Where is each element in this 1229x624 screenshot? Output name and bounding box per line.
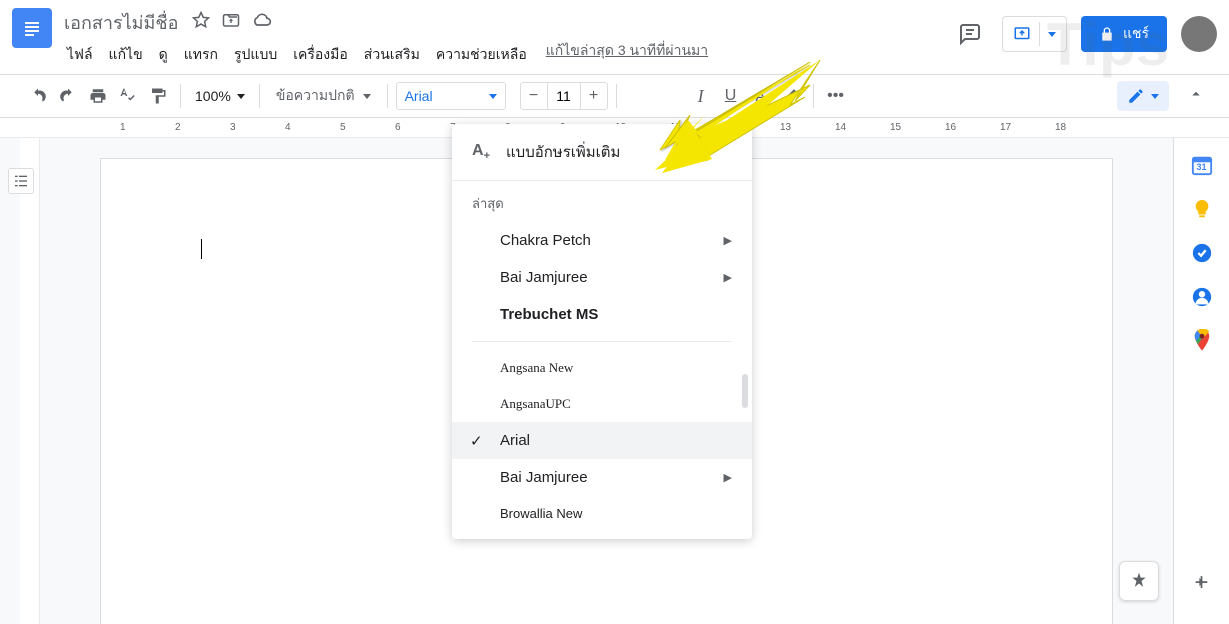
- font-item-recent[interactable]: Chakra Petch ▶: [452, 222, 752, 259]
- text-cursor: [201, 239, 202, 259]
- editing-mode-button[interactable]: [1117, 81, 1169, 111]
- font-name: Arial: [500, 432, 530, 449]
- scrollbar-thumb[interactable]: [742, 374, 748, 408]
- font-item-recent[interactable]: Trebuchet MS: [452, 296, 752, 333]
- undo-button[interactable]: [24, 82, 52, 110]
- format-paint-button[interactable]: [144, 82, 172, 110]
- submenu-arrow-icon: ▶: [724, 471, 732, 484]
- comment-history-icon[interactable]: [952, 16, 988, 52]
- font-size-group: − +: [520, 82, 608, 110]
- menu-bar: ไฟล์ แก้ไข ดู แทรก รูปแบบ เครื่องมือ ส่ว…: [60, 40, 952, 74]
- contacts-app-icon[interactable]: [1191, 286, 1213, 308]
- ruler-tick: 3: [230, 122, 236, 133]
- spellcheck-button[interactable]: [114, 82, 142, 110]
- font-list-separator: [472, 341, 732, 342]
- more-fonts-button[interactable]: A+ แบบอักษรเพิ่มเติม: [452, 124, 752, 181]
- toolbar: 100% ข้อความปกติ Arial − + I U A •••: [0, 74, 1229, 118]
- font-picker[interactable]: Arial: [396, 82, 506, 110]
- font-name: AngsanaUPC: [500, 396, 571, 412]
- ruler-tick: 6: [395, 122, 401, 133]
- menu-file[interactable]: ไฟล์: [60, 40, 100, 70]
- submenu-arrow-icon: ▶: [724, 234, 732, 247]
- cloud-status-icon[interactable]: [252, 11, 272, 34]
- font-name: Bai Jamjuree: [500, 269, 588, 286]
- maps-app-icon[interactable]: [1191, 330, 1213, 352]
- font-name: Browallia New: [500, 506, 582, 521]
- document-outline-button[interactable]: [8, 168, 34, 194]
- ruler-tick: 5: [340, 122, 346, 133]
- font-dropdown: A+ แบบอักษรเพิ่มเติม ล่าสุด Chakra Petch…: [452, 124, 752, 539]
- font-item[interactable]: AngsanaUPC: [452, 386, 752, 422]
- left-gutter: [0, 138, 40, 624]
- redo-button[interactable]: [54, 82, 82, 110]
- font-item[interactable]: Browallia New: [452, 496, 752, 531]
- ruler-tick: 15: [890, 122, 901, 133]
- present-button[interactable]: [1002, 16, 1067, 52]
- collapse-toolbar-button[interactable]: [1187, 85, 1205, 108]
- ruler-tick: 18: [1055, 122, 1066, 133]
- menu-view[interactable]: ดู: [152, 40, 175, 70]
- docs-logo[interactable]: [12, 8, 52, 48]
- share-label: แชร์: [1123, 23, 1149, 45]
- print-button[interactable]: [84, 82, 112, 110]
- ruler-tick: 14: [835, 122, 846, 133]
- ruler-tick: 16: [945, 122, 956, 133]
- expand-sidebar-button[interactable]: [1191, 572, 1211, 597]
- tasks-app-icon[interactable]: [1191, 242, 1213, 264]
- font-size-input[interactable]: [547, 83, 581, 109]
- calendar-app-icon[interactable]: 31: [1191, 154, 1213, 176]
- font-name: Bai Jamjuree: [500, 469, 588, 486]
- add-font-icon: A+: [472, 142, 490, 162]
- ruler-tick: 4: [285, 122, 291, 133]
- paragraph-style-picker[interactable]: ข้อความปกติ: [268, 85, 379, 107]
- italic-button[interactable]: I: [687, 82, 715, 110]
- menu-insert[interactable]: แทรก: [177, 40, 225, 70]
- font-name: Trebuchet MS: [500, 306, 598, 323]
- font-item[interactable]: ✓ Arial: [452, 422, 752, 459]
- ruler-tick: 2: [175, 122, 181, 133]
- menu-format[interactable]: รูปแบบ: [227, 40, 284, 70]
- move-icon[interactable]: [222, 11, 240, 34]
- star-icon[interactable]: [192, 11, 210, 34]
- decrease-font-button[interactable]: −: [521, 87, 547, 105]
- submenu-arrow-icon: ▶: [724, 271, 732, 284]
- docs-file-icon: [21, 14, 43, 42]
- ruler-tick: 17: [1000, 122, 1011, 133]
- font-item-recent[interactable]: Bai Jamjuree ▶: [452, 259, 752, 296]
- font-name: Angsana New: [500, 360, 573, 376]
- present-dropdown-icon[interactable]: [1040, 17, 1064, 51]
- header: เอกสารไม่มีชื่อ ไฟล์ แก้ไข ดู แทรก รูปแบ…: [0, 0, 1229, 74]
- menu-tools[interactable]: เครื่องมือ: [286, 40, 355, 70]
- font-item[interactable]: Bai Jamjuree ▶: [452, 459, 752, 496]
- document-title[interactable]: เอกสารไม่มีชื่อ: [60, 8, 182, 37]
- underline-button[interactable]: U: [717, 82, 745, 110]
- vertical-ruler[interactable]: [20, 138, 40, 624]
- check-icon: ✓: [470, 432, 483, 450]
- explore-button[interactable]: [1119, 561, 1159, 601]
- share-button[interactable]: แชร์: [1081, 16, 1167, 52]
- text-color-button[interactable]: A: [747, 82, 775, 110]
- menu-edit[interactable]: แก้ไข: [102, 40, 150, 70]
- lock-icon: [1099, 26, 1115, 42]
- account-avatar[interactable]: [1181, 16, 1217, 52]
- menu-help[interactable]: ความช่วยเหลือ: [429, 40, 534, 70]
- font-item[interactable]: Angsana New: [452, 350, 752, 386]
- keep-app-icon[interactable]: [1191, 198, 1213, 220]
- font-name: Chakra Petch: [500, 232, 591, 249]
- highlight-button[interactable]: [777, 82, 805, 110]
- more-tools-button[interactable]: •••: [822, 82, 850, 110]
- pencil-icon: [1127, 87, 1145, 105]
- ruler-tick: 1: [120, 122, 126, 133]
- last-edit-link[interactable]: แก้ไขล่าสุด 3 นาทีที่ผ่านมา: [546, 40, 708, 70]
- zoom-picker[interactable]: 100%: [189, 88, 251, 104]
- side-panel: 31 +: [1173, 138, 1229, 624]
- increase-font-button[interactable]: +: [581, 87, 607, 105]
- ruler-tick: 13: [780, 122, 791, 133]
- recent-fonts-label: ล่าสุด: [452, 181, 752, 222]
- menu-addons[interactable]: ส่วนเสริม: [357, 40, 427, 70]
